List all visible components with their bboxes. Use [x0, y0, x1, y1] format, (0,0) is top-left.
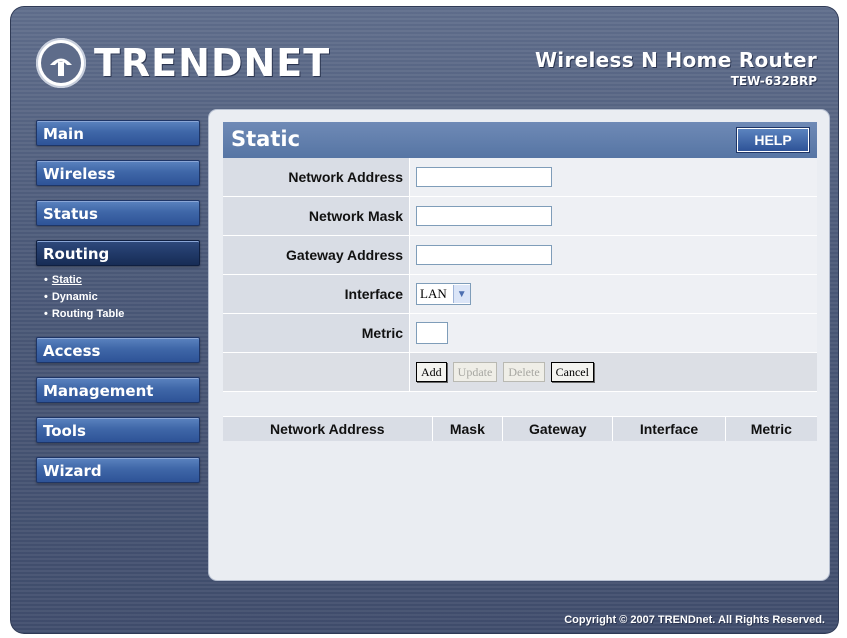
column-header-mask: Mask	[433, 417, 504, 441]
network-address-label: Network Address	[223, 158, 410, 196]
interface-label: Interface	[223, 275, 410, 313]
page-title: Static	[231, 127, 301, 151]
cancel-button[interactable]: Cancel	[550, 362, 594, 382]
sidebar-nav: Main Wireless Status Routing • Static • Dy…	[36, 120, 202, 497]
network-mask-label: Network Mask	[223, 197, 410, 235]
sidebar-item-management[interactable]: Management	[36, 377, 200, 403]
column-header-gateway: Gateway	[503, 417, 614, 441]
subnav-item-label: Routing Table	[51, 308, 125, 320]
subnav-item-label: Dynamic	[51, 291, 98, 303]
subnav-item-static[interactable]: • Static	[36, 272, 202, 289]
sidebar-item-main[interactable]: Main	[36, 120, 200, 146]
copyright-text: Copyright © 2007 TRENDnet. All Rights Re…	[564, 614, 825, 626]
product-model: TEW-632BRP	[730, 74, 817, 88]
subnav-item-label: Static	[51, 274, 82, 286]
metric-label: Metric	[223, 314, 410, 352]
static-route-form: Network Address Network Mask Gateway Add…	[223, 158, 817, 392]
main-panel: Static HELP Network Address Network Mask…	[209, 110, 829, 580]
trendnet-logo-icon	[36, 38, 86, 88]
subnav-item-dynamic[interactable]: • Dynamic	[36, 289, 202, 306]
brand-name: TRENDNET	[94, 41, 331, 85]
network-address-input[interactable]	[416, 167, 552, 187]
sidebar-item-access[interactable]: Access	[36, 337, 200, 363]
sidebar-item-wizard[interactable]: Wizard	[36, 457, 200, 483]
help-button[interactable]: HELP	[737, 128, 809, 152]
actions-label-cell	[223, 353, 410, 391]
form-row-actions: Add Update Delete Cancel	[223, 353, 817, 392]
product-name: Wireless N Home Router	[534, 48, 817, 72]
form-row-interface: Interface LAN ▼	[223, 275, 817, 314]
add-button[interactable]: Add	[416, 362, 447, 382]
gateway-address-label: Gateway Address	[223, 236, 410, 274]
column-header-metric: Metric	[750, 421, 792, 437]
form-row-network-mask: Network Mask	[223, 197, 817, 236]
routing-submenu: • Static • Dynamic • Routing Table	[36, 272, 202, 323]
gateway-address-input[interactable]	[416, 245, 552, 265]
column-header-network-address: Network Address	[223, 417, 433, 441]
table-header: Network Address Mask Gateway Interface M…	[223, 416, 817, 441]
sidebar-item-tools[interactable]: Tools	[36, 417, 200, 443]
form-row-metric: Metric	[223, 314, 817, 353]
sidebar-item-routing[interactable]: Routing	[36, 240, 200, 266]
trendnet-logo: TRENDNET	[36, 38, 330, 88]
metric-input[interactable]	[416, 322, 448, 344]
form-row-network-address: Network Address	[223, 158, 817, 197]
panel-header: Static HELP	[223, 122, 817, 158]
delete-button[interactable]: Delete	[503, 362, 545, 382]
interface-select[interactable]: LAN ▼	[416, 283, 471, 305]
interface-selected-value: LAN	[420, 286, 447, 301]
chevron-down-icon[interactable]: ▼	[452, 285, 470, 303]
sidebar-item-status[interactable]: Status	[36, 200, 200, 226]
column-header-interface: Interface	[613, 417, 726, 441]
subnav-item-routing-table[interactable]: • Routing Table	[36, 306, 202, 323]
update-button[interactable]: Update	[452, 362, 498, 382]
network-mask-input[interactable]	[416, 206, 552, 226]
product-info: Wireless N Home Router TEW-632BRP	[535, 48, 817, 88]
form-row-gateway-address: Gateway Address	[223, 236, 817, 275]
sidebar-item-wireless[interactable]: Wireless	[36, 160, 200, 186]
static-routes-table: Network Address Mask Gateway Interface M…	[223, 416, 817, 441]
